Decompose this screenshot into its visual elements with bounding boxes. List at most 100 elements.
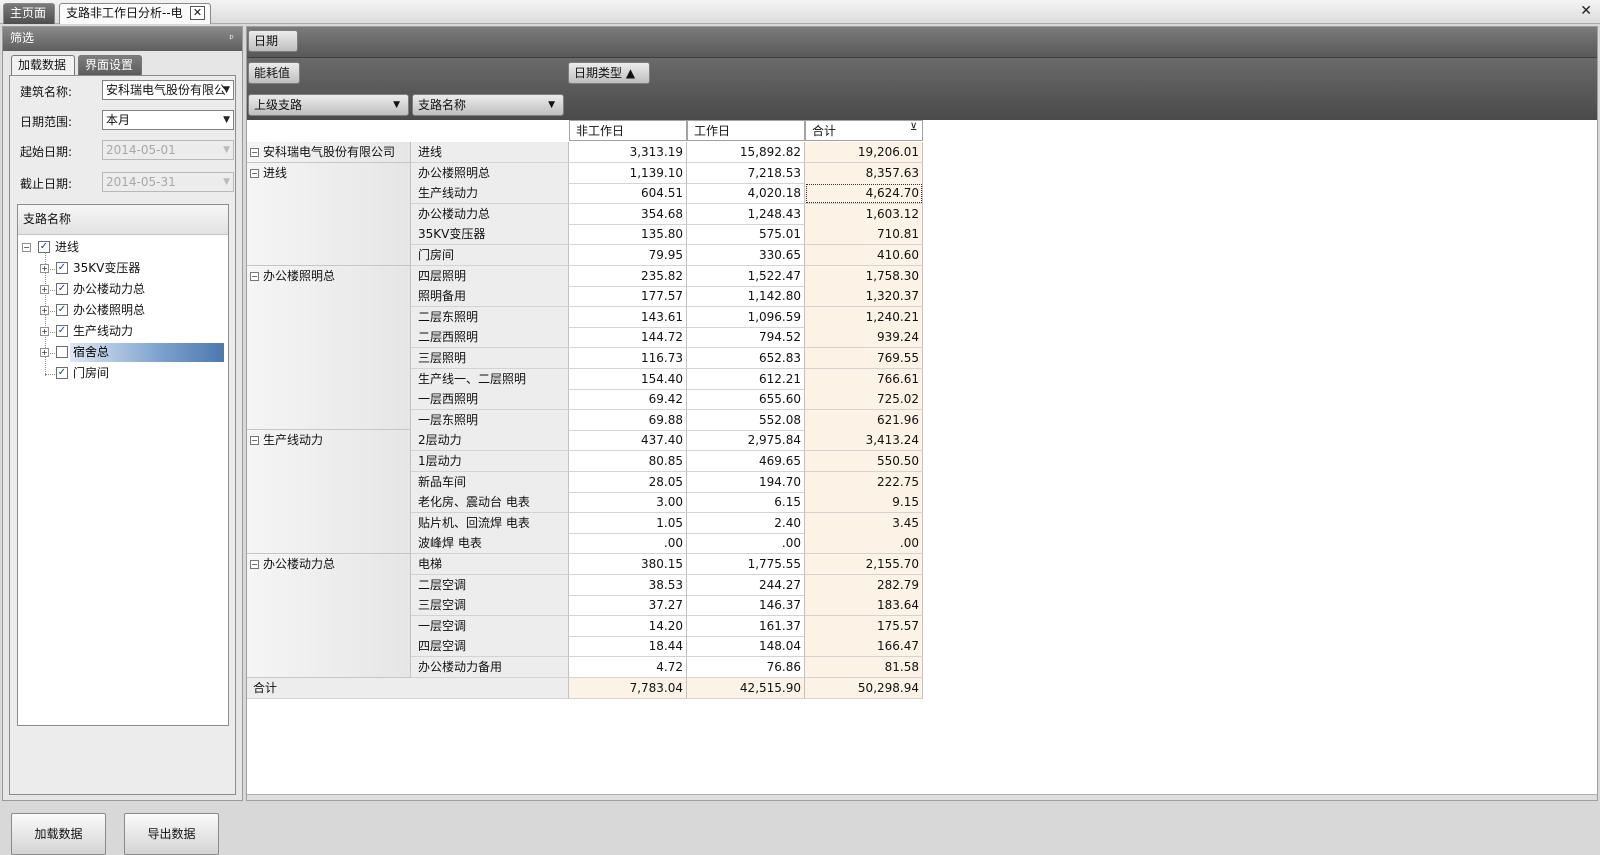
value-cell[interactable]: 37.27 bbox=[569, 595, 687, 617]
tab-ui-settings[interactable]: 界面设置 bbox=[78, 55, 142, 76]
value-cell[interactable]: 222.75 bbox=[805, 471, 923, 493]
value-cell[interactable]: 161.37 bbox=[687, 615, 805, 637]
value-cell[interactable]: 2,975.84 bbox=[687, 430, 805, 452]
expand-icon[interactable]: + bbox=[40, 327, 49, 336]
value-cell[interactable]: 1,240.21 bbox=[805, 306, 923, 328]
value-cell[interactable]: 194.70 bbox=[687, 471, 805, 493]
collapse-icon[interactable]: − bbox=[250, 436, 259, 446]
value-cell[interactable]: 575.01 bbox=[687, 224, 805, 246]
collapse-icon[interactable]: − bbox=[250, 168, 259, 178]
value-cell[interactable]: 469.65 bbox=[687, 451, 805, 472]
value-cell[interactable]: 135.80 bbox=[569, 224, 687, 246]
expand-icon[interactable]: + bbox=[40, 264, 49, 273]
col-header-workday[interactable]: 工作日 bbox=[687, 120, 805, 141]
tree-node-item[interactable]: + ✓ 办公楼动力总 bbox=[18, 280, 228, 300]
value-cell[interactable]: 183.64 bbox=[805, 595, 923, 617]
value-cell[interactable]: 2.40 bbox=[687, 512, 805, 534]
load-data-button[interactable]: 加载数据 bbox=[11, 813, 106, 855]
value-cell[interactable]: 3.45 bbox=[805, 512, 923, 534]
value-cell[interactable]: 550.50 bbox=[805, 451, 923, 472]
col-header-nonworkday[interactable]: 非工作日 bbox=[569, 120, 687, 141]
value-cell[interactable]: 177.57 bbox=[569, 286, 687, 308]
value-cell[interactable]: 769.55 bbox=[805, 348, 923, 369]
value-cell[interactable]: 1,320.37 bbox=[805, 286, 923, 308]
value-cell[interactable]: 3.00 bbox=[569, 492, 687, 514]
col-header-total[interactable]: 合计 bbox=[805, 120, 923, 141]
energy-value-field[interactable]: 能耗值 bbox=[248, 62, 300, 84]
value-cell[interactable]: 1,248.43 bbox=[687, 203, 805, 225]
checkbox[interactable]: ✓ bbox=[56, 325, 68, 337]
value-cell[interactable]: 28.05 bbox=[569, 471, 687, 493]
value-cell[interactable]: 69.42 bbox=[569, 389, 687, 411]
value-cell[interactable]: 354.68 bbox=[569, 203, 687, 225]
parent-branch-cell[interactable]: − 安科瑞电气股份有限公司 bbox=[247, 142, 411, 163]
value-cell[interactable]: 410.60 bbox=[805, 245, 923, 266]
value-cell[interactable]: 6.15 bbox=[687, 492, 805, 514]
value-cell[interactable]: 725.02 bbox=[805, 389, 923, 411]
filter-dropdown-icon[interactable]: ▼ bbox=[393, 95, 400, 115]
filter-icon[interactable]: ⊻ bbox=[910, 122, 917, 133]
value-cell[interactable]: 710.81 bbox=[805, 224, 923, 246]
value-cell[interactable]: 1,096.59 bbox=[687, 306, 805, 328]
value-cell[interactable]: 621.96 bbox=[805, 409, 923, 431]
value-cell[interactable]: 1,522.47 bbox=[687, 265, 805, 287]
value-cell[interactable]: 3,413.24 bbox=[805, 430, 923, 452]
value-cell[interactable]: 380.15 bbox=[569, 554, 687, 575]
value-cell[interactable]: 19,206.01 bbox=[805, 142, 923, 163]
value-cell[interactable]: .00 bbox=[687, 533, 805, 555]
tree-node-root[interactable]: − ✓ 进线 bbox=[18, 238, 228, 258]
checkbox[interactable]: ✓ bbox=[56, 262, 68, 274]
checkbox[interactable]: ✓ bbox=[56, 367, 68, 379]
value-cell[interactable]: 69.88 bbox=[569, 409, 687, 431]
value-cell[interactable]: 794.52 bbox=[687, 327, 805, 349]
value-cell[interactable]: 766.61 bbox=[805, 368, 923, 390]
value-cell[interactable]: 143.61 bbox=[569, 306, 687, 328]
value-cell[interactable]: 552.08 bbox=[687, 409, 805, 431]
value-cell[interactable]: .00 bbox=[805, 533, 923, 555]
tree-node-item[interactable]: + ✓ 35KV变压器 bbox=[18, 259, 228, 279]
tree-node-item[interactable]: + 宿舍总 bbox=[18, 343, 228, 363]
value-cell[interactable]: 2,155.70 bbox=[805, 554, 923, 575]
horizontal-scrollbar[interactable] bbox=[247, 794, 1597, 800]
start-date-picker[interactable]: 2014-05-01 ▼ bbox=[102, 140, 234, 160]
grand-total-cell[interactable]: 50,298.94 bbox=[805, 677, 923, 699]
date-filter-field[interactable]: 日期 bbox=[248, 30, 298, 52]
value-cell[interactable]: 330.65 bbox=[687, 245, 805, 266]
end-date-picker[interactable]: 2014-05-31 ▼ bbox=[102, 172, 234, 192]
value-cell[interactable]: 38.53 bbox=[569, 574, 687, 596]
checkbox[interactable]: ✓ bbox=[56, 304, 68, 316]
grand-total-cell[interactable]: 7,783.04 bbox=[569, 677, 687, 699]
value-cell[interactable]: 7,218.53 bbox=[687, 162, 805, 184]
value-cell[interactable]: 282.79 bbox=[805, 574, 923, 596]
collapse-icon[interactable]: − bbox=[250, 271, 259, 281]
value-cell[interactable]: 4.72 bbox=[569, 657, 687, 678]
value-cell[interactable]: 116.73 bbox=[569, 348, 687, 369]
value-cell[interactable]: 1,775.55 bbox=[687, 554, 805, 575]
range-select[interactable]: 本月 ▼ bbox=[102, 110, 234, 130]
checkbox[interactable]: ✓ bbox=[56, 283, 68, 295]
parent-branch-cell[interactable]: − 办公楼照明总 bbox=[247, 265, 411, 431]
date-type-field[interactable]: 日期类型 ▲ bbox=[568, 62, 650, 84]
value-cell[interactable]: 939.24 bbox=[805, 327, 923, 349]
value-cell[interactable]: 1,603.12 bbox=[805, 203, 923, 225]
value-cell[interactable]: 8,357.63 bbox=[805, 162, 923, 184]
value-cell[interactable]: 76.86 bbox=[687, 657, 805, 678]
value-cell[interactable]: 1,758.30 bbox=[805, 265, 923, 287]
value-cell[interactable]: 9.15 bbox=[805, 492, 923, 514]
value-cell[interactable]: 437.40 bbox=[569, 430, 687, 452]
parent-branch-cell[interactable]: − 办公楼动力总 bbox=[247, 554, 411, 678]
value-cell[interactable]: 154.40 bbox=[569, 368, 687, 390]
export-data-button[interactable]: 导出数据 bbox=[124, 813, 219, 855]
close-tab-icon[interactable]: ✕ bbox=[190, 6, 205, 20]
value-cell[interactable]: 1,142.80 bbox=[687, 286, 805, 308]
value-cell[interactable]: 146.37 bbox=[687, 595, 805, 617]
value-cell[interactable]: 235.82 bbox=[569, 265, 687, 287]
tab-home[interactable]: 主页面 bbox=[3, 3, 55, 24]
filter-dropdown-icon[interactable]: ▼ bbox=[548, 95, 555, 115]
value-cell[interactable]: 244.27 bbox=[687, 574, 805, 596]
value-cell[interactable]: 1,139.10 bbox=[569, 162, 687, 184]
grand-total-cell[interactable]: 42,515.90 bbox=[687, 677, 805, 699]
value-cell[interactable]: 175.57 bbox=[805, 615, 923, 637]
parent-branch-cell[interactable]: − 进线 bbox=[247, 162, 411, 266]
value-cell[interactable]: 604.51 bbox=[569, 183, 687, 205]
